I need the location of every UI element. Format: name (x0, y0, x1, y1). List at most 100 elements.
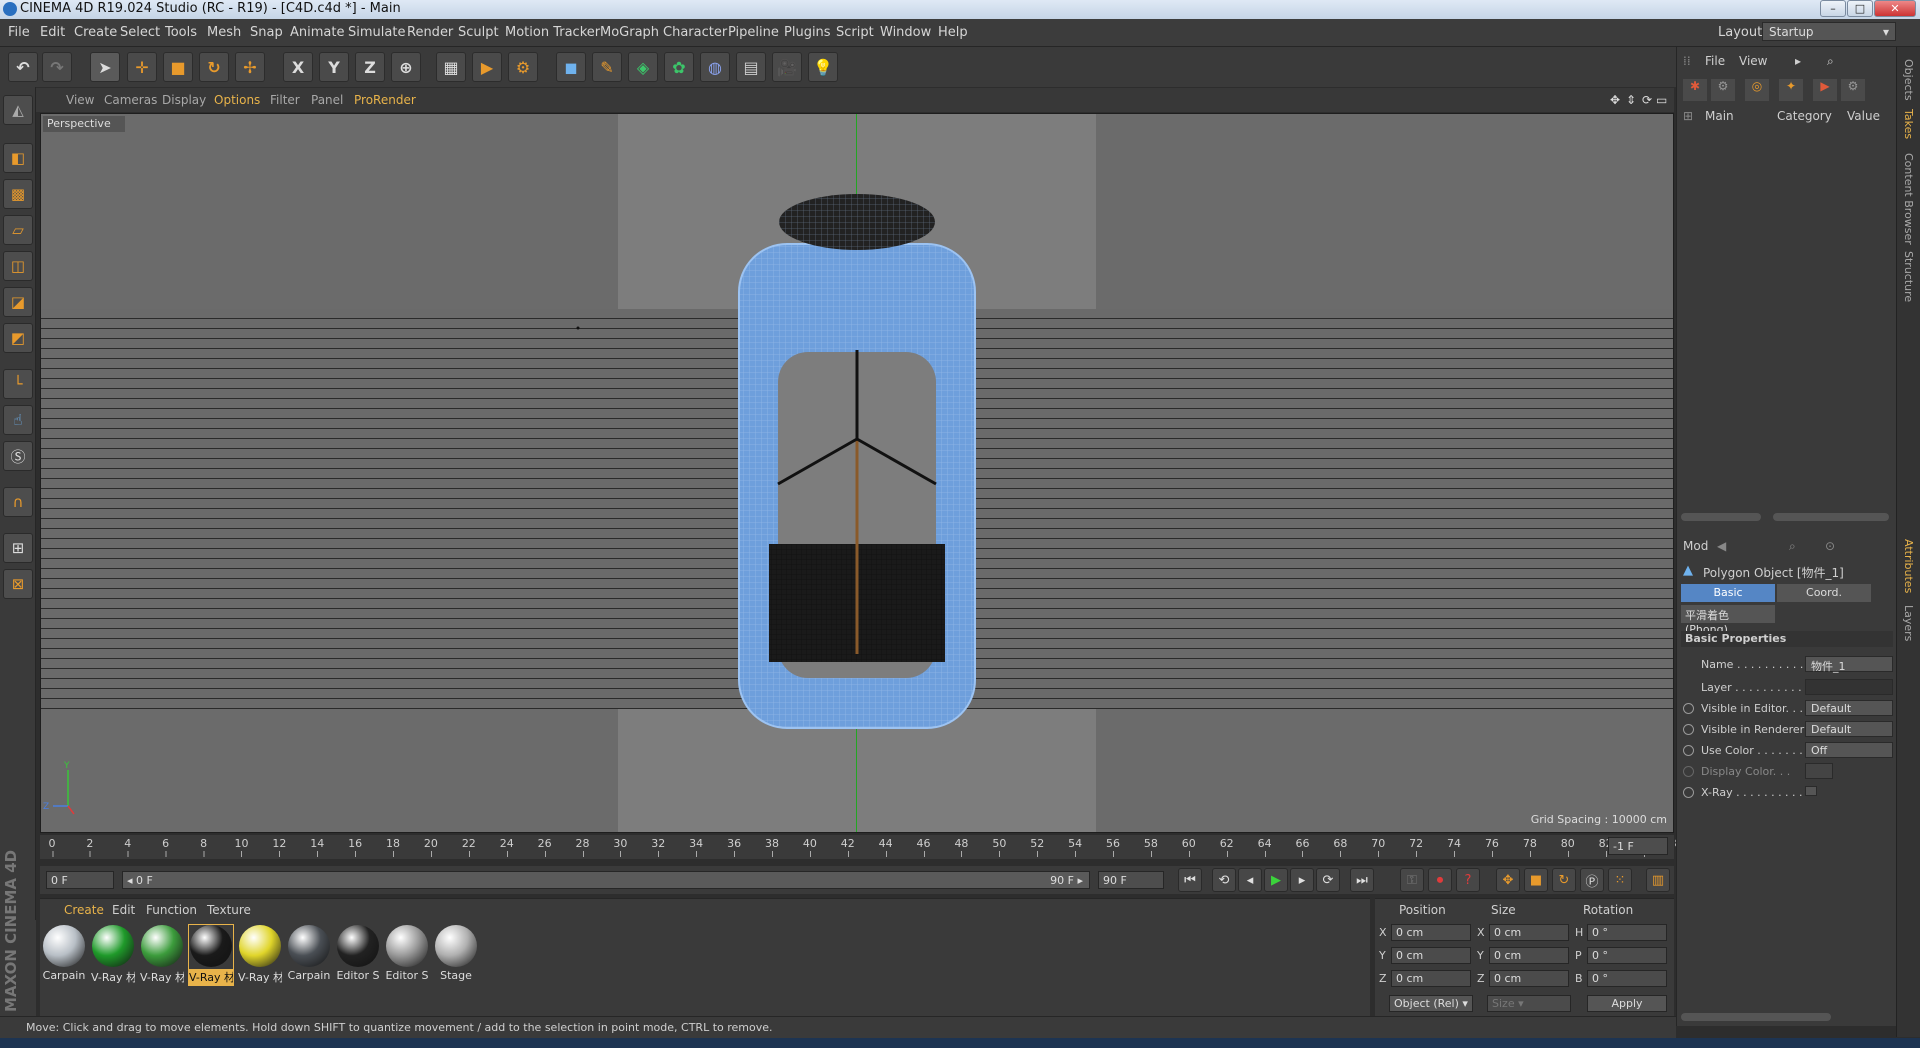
minimize-button[interactable]: – (1820, 0, 1846, 17)
menu-file[interactable]: File (8, 25, 30, 40)
material-swatch[interactable]: Stage (434, 925, 478, 985)
wireframe-model[interactable]: Y Z (41, 114, 1674, 833)
use-color-radio[interactable] (1683, 745, 1694, 756)
attribute-h-scrollbar[interactable] (1681, 1013, 1831, 1021)
attribute-lock-icon[interactable]: ⊙ (1825, 539, 1835, 553)
material-swatch[interactable]: Editor S (336, 925, 380, 985)
play-button[interactable]: ▶ (1264, 868, 1288, 892)
pos-z-field[interactable]: 0 cm (1391, 970, 1471, 987)
viewport-maximize-icon[interactable]: ▭ (1656, 93, 1667, 107)
object-filter-icon[interactable]: ✱ (1683, 79, 1707, 101)
attribute-search-icon[interactable]: ⌕ (1789, 539, 1796, 554)
menu-character[interactable]: Character (663, 25, 727, 40)
viewport-menu-options[interactable]: Options (214, 93, 260, 107)
menu-script[interactable]: Script (836, 25, 874, 40)
key-parameter-button[interactable]: Ⓟ (1580, 868, 1604, 892)
tab-phong[interactable]: 平滑着色(Phong) (1681, 605, 1775, 636)
array-button[interactable]: ✿ (664, 52, 694, 82)
maximize-button[interactable]: □ (1847, 0, 1873, 17)
side-tab-objects[interactable]: Objects (1902, 59, 1915, 101)
transform-tool[interactable]: ✢ (235, 52, 265, 82)
menu-create[interactable]: Create (74, 25, 117, 40)
xray-checkbox[interactable] (1805, 786, 1817, 796)
camera-button[interactable]: 🎥 (772, 52, 802, 82)
xray-radio[interactable] (1683, 787, 1694, 798)
menu-simulate[interactable]: Simulate (348, 25, 405, 40)
object-h-scrollbar-left[interactable] (1681, 513, 1761, 521)
menu-animate[interactable]: Animate (290, 25, 344, 40)
timeline-window-button[interactable]: ▥ (1646, 868, 1670, 892)
menu-mograph[interactable]: MoGraph (600, 25, 659, 40)
menu-edit[interactable]: Edit (40, 25, 65, 40)
material-menu-function[interactable]: Function (146, 903, 197, 917)
layer-field[interactable] (1805, 679, 1893, 695)
viewport-rotate-icon[interactable]: ⟳ (1642, 93, 1652, 107)
current-frame-field[interactable]: 0 F (46, 871, 114, 889)
polygons-mode-button[interactable]: ◩ (3, 323, 33, 353)
redo-button[interactable]: ↷ (42, 52, 72, 82)
material-swatch[interactable]: Carpain (287, 925, 331, 985)
object-menu-view[interactable]: View (1739, 54, 1767, 68)
points-mode-button[interactable]: ◫ (3, 251, 33, 281)
object-menu-arrow-icon[interactable]: ▸ (1795, 54, 1801, 68)
next-key-button[interactable]: ⟳ (1316, 868, 1340, 892)
visible-editor-select[interactable]: Default (1805, 700, 1893, 716)
material-menu-create[interactable]: Create (64, 903, 104, 917)
size-z-field[interactable]: 0 cm (1489, 970, 1569, 987)
texture-mode-button[interactable]: ▩ (3, 179, 33, 209)
tweak-mode-button[interactable]: ☝ (3, 405, 33, 435)
menu-pipeline[interactable]: Pipeline (728, 25, 779, 40)
rot-h-field[interactable]: 0 ° (1587, 924, 1667, 941)
key-pla-button[interactable]: ⁙ (1608, 868, 1632, 892)
key-rotation-button[interactable]: ↻ (1552, 868, 1576, 892)
material-swatch[interactable]: V-Ray 材 (140, 925, 184, 985)
key-scale-button[interactable]: ■ (1524, 868, 1548, 892)
menu-motion-tracker[interactable]: Motion Tracker (505, 25, 600, 40)
go-to-end-button[interactable]: ⏭ (1350, 868, 1374, 892)
material-menu-edit[interactable]: Edit (112, 903, 135, 917)
object-h-scrollbar-right[interactable] (1773, 513, 1889, 521)
z-axis-toggle[interactable]: Z (355, 52, 385, 82)
edges-mode-button[interactable]: ◪ (3, 287, 33, 317)
pos-y-field[interactable]: 0 cm (1391, 947, 1471, 964)
viewport-menu-view[interactable]: View (66, 93, 94, 107)
rot-b-field[interactable]: 0 ° (1587, 970, 1667, 987)
object-settings-icon[interactable]: ⚙ (1841, 79, 1865, 101)
max-frame-field[interactable]: 90 F (1098, 871, 1164, 889)
viewport-menu-filter[interactable]: Filter (270, 93, 300, 107)
y-axis-toggle[interactable]: Y (319, 52, 349, 82)
undo-button[interactable]: ↶ (8, 52, 38, 82)
menu-render[interactable]: Render (407, 25, 453, 40)
frame-range-slider[interactable]: ◂ 0 F 90 F ▸ (122, 871, 1090, 889)
material-swatch[interactable]: V-Ray 材 (188, 924, 234, 986)
next-frame-button[interactable]: ▸ (1290, 868, 1314, 892)
cube-object-button[interactable]: ◼ (556, 52, 586, 82)
pos-x-field[interactable]: 0 cm (1391, 924, 1471, 941)
make-editable-button[interactable]: ◭ (3, 95, 33, 125)
material-menu-texture[interactable]: Texture (207, 903, 251, 917)
display-color-swatch[interactable] (1805, 763, 1833, 779)
viewport-menu-panel[interactable]: Panel (311, 93, 343, 107)
scale-tool[interactable]: ■ (163, 52, 193, 82)
menu-mesh[interactable]: Mesh (207, 25, 241, 40)
menu-sculpt[interactable]: Sculpt (458, 25, 499, 40)
menu-help[interactable]: Help (938, 25, 968, 40)
use-color-select[interactable]: Off (1805, 742, 1893, 758)
menu-plugins[interactable]: Plugins (784, 25, 831, 40)
move-tool[interactable]: ✛ (127, 52, 157, 82)
visible-renderer-select[interactable]: Default (1805, 721, 1893, 737)
render-picture-viewer-button[interactable]: ▶ (472, 52, 502, 82)
viewport-move-icon[interactable]: ✥ (1610, 93, 1620, 107)
previous-frame-button[interactable]: ◂ (1238, 868, 1262, 892)
menu-tools[interactable]: Tools (165, 25, 197, 40)
object-layers-icon[interactable]: ◎ (1745, 79, 1769, 101)
visible-renderer-radio[interactable] (1683, 724, 1694, 735)
render-settings-button[interactable]: ⚙ (508, 52, 538, 82)
close-button[interactable]: ✕ (1874, 0, 1916, 17)
coordinate-system-button[interactable]: ⊕ (391, 52, 421, 82)
key-position-button[interactable]: ✥ (1496, 868, 1520, 892)
rot-p-field[interactable]: 0 ° (1587, 947, 1667, 964)
material-swatch[interactable]: V-Ray 材 (238, 925, 282, 985)
go-to-start-button[interactable]: ⏮ (1178, 868, 1202, 892)
viewport-zoom-icon[interactable]: ⇕ (1626, 93, 1636, 107)
